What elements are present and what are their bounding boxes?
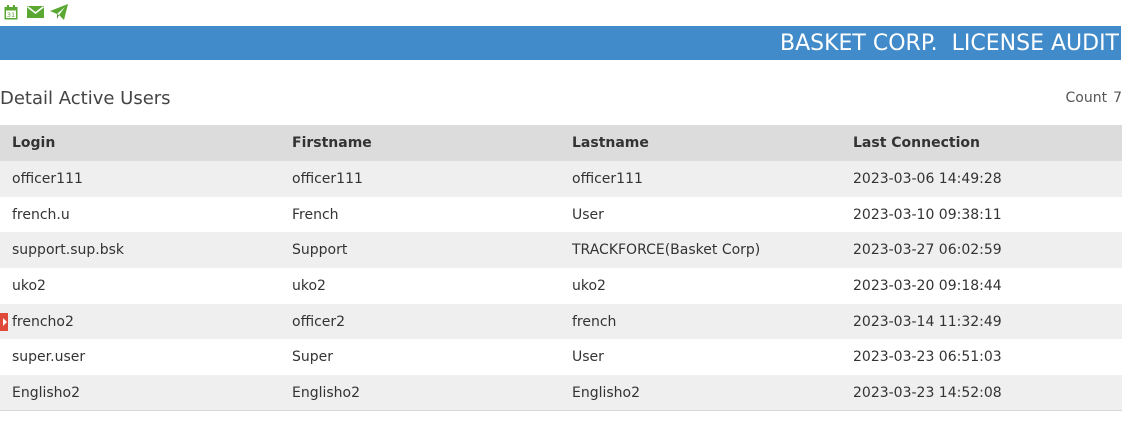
cell-last-connection: 2023-03-27 06:02:59 (841, 232, 1122, 269)
table-row[interactable]: super.user Super User 2023-03-23 06:51:0… (0, 339, 1122, 376)
header-banner: BASKET CORP. LICENSE AUDIT (0, 26, 1121, 60)
paper-plane-icon[interactable] (50, 3, 68, 21)
cell-login: frencho2 (12, 313, 74, 330)
section-header: Detail Active Users Count 7 (0, 86, 1122, 110)
active-users-table: Login Firstname Lastname Last Connection… (0, 125, 1122, 412)
table-row[interactable]: french.u French User 2023-03-10 09:38:11 (0, 196, 1122, 233)
cell-lastname: User (560, 196, 841, 233)
column-header-login[interactable]: Login (0, 125, 280, 161)
count-label: Count (1065, 90, 1108, 106)
cell-firstname: uko2 (280, 268, 560, 304)
section-title: Detail Active Users (0, 87, 171, 109)
cell-lastname: officer111 (560, 161, 841, 197)
cell-lastname: TRACKFORCE(Basket Corp) (560, 232, 841, 269)
cell-last-connection: 2023-03-23 14:52:08 (841, 375, 1122, 412)
cell-last-connection: 2023-03-10 09:38:11 (841, 196, 1122, 233)
table-row[interactable]: Englisho2 Englisho2 Englisho2 2023-03-23… (0, 375, 1122, 412)
table-row[interactable]: support.sup.bsk Support TRACKFORCE(Baske… (0, 232, 1122, 269)
cell-last-connection: 2023-03-20 09:18:44 (841, 268, 1122, 304)
cell-login: officer111 (0, 161, 280, 197)
banner-company: BASKET CORP. (779, 30, 938, 56)
cell-login-with-marker: frencho2 (0, 303, 280, 340)
cell-firstname: officer2 (280, 303, 560, 340)
cell-firstname: French (280, 196, 560, 233)
cell-lastname: User (560, 339, 841, 376)
table-row-selected[interactable]: frencho2 officer2 french 2023-03-14 11:3… (0, 303, 1122, 340)
table-row[interactable]: uko2 uko2 uko2 2023-03-20 09:18:44 (0, 268, 1122, 304)
cell-lastname: french (560, 303, 841, 340)
cell-firstname: Super (280, 339, 560, 376)
cell-firstname: Englisho2 (280, 375, 560, 412)
envelope-icon[interactable] (26, 3, 44, 21)
count-value: 7 (1113, 90, 1122, 106)
calendar-badge: 31 (7, 11, 15, 19)
cell-login: french.u (0, 196, 280, 233)
column-header-lastname[interactable]: Lastname (560, 125, 841, 161)
calendar-icon[interactable]: 31 (2, 3, 20, 21)
cell-login: Englisho2 (0, 375, 280, 412)
row-pointer-icon[interactable] (0, 312, 8, 331)
cell-last-connection: 2023-03-23 06:51:03 (841, 339, 1122, 376)
table-header-row: Login Firstname Lastname Last Connection (0, 125, 1122, 161)
table-row[interactable]: officer111 officer111 officer111 2023-03… (0, 161, 1122, 197)
cell-login: support.sup.bsk (0, 232, 280, 269)
toolbar: 31 (0, 0, 1124, 24)
cell-login: super.user (0, 339, 280, 376)
banner-title: LICENSE AUDIT (951, 30, 1119, 56)
count-indicator: Count 7 (1066, 90, 1123, 106)
cell-lastname: uko2 (560, 268, 841, 304)
cell-lastname: Englisho2 (560, 375, 841, 412)
cell-last-connection: 2023-03-06 14:49:28 (841, 161, 1122, 197)
cell-last-connection: 2023-03-14 11:32:49 (841, 303, 1122, 340)
cell-firstname: Support (280, 232, 560, 269)
cell-firstname: officer111 (280, 161, 560, 197)
cell-login: uko2 (0, 268, 280, 304)
column-header-firstname[interactable]: Firstname (280, 125, 560, 161)
column-header-last-connection[interactable]: Last Connection (841, 125, 1122, 161)
